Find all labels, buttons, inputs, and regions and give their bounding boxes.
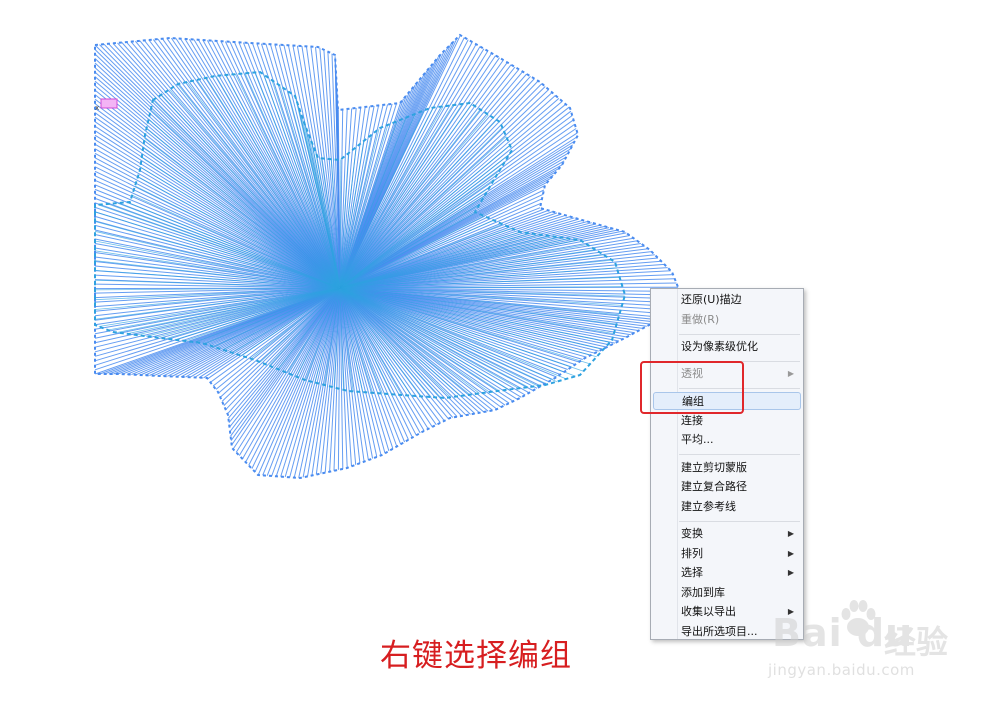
baidu-paw-icon: [841, 600, 876, 636]
menu-item-label: 设为像素级优化: [681, 339, 758, 353]
menu-item[interactable]: 建立参考线: [653, 498, 801, 516]
submenu-arrow-icon: ▶: [787, 568, 794, 578]
menu-item-label: 建立参考线: [681, 499, 736, 513]
menu-item[interactable]: 连接: [653, 412, 801, 430]
menu-item[interactable]: 重做(R): [653, 311, 801, 329]
menu-item-label: 重做(R): [681, 312, 720, 326]
menu-item-label: 连接: [681, 413, 703, 427]
menu-item-label: 变换: [681, 527, 703, 540]
submenu-arrow-icon: ▶: [787, 369, 794, 378]
menu-item-label: 还原(U)描边: [681, 293, 742, 306]
menu-item-label: 排列: [681, 546, 703, 560]
svg-text:x: x: [95, 104, 99, 112]
menu-item[interactable]: 变换 ▶: [653, 525, 801, 543]
submenu-arrow-icon: ▶: [787, 548, 794, 558]
context-menu: 还原(U)描边 重做(R) 设为像素级优化 透视 ▶ 编组 连接 平均... 建立剪切蒙版 建立复…: [650, 288, 804, 640]
menu-separator: [679, 520, 800, 522]
menu-item[interactable]: 选择 ▶: [653, 564, 801, 582]
menu-item[interactable]: 平均...: [653, 431, 801, 449]
menu-item[interactable]: 排列 ▶: [653, 545, 801, 563]
menu-separator: [679, 454, 800, 456]
menu-item-label: 选择: [681, 566, 703, 580]
menu-item-label: 建立剪切蒙版: [681, 460, 747, 474]
selection-marker-icon: x: [95, 98, 118, 112]
menu-item-label: 添加到库: [681, 585, 725, 599]
submenu-arrow-icon: ▶: [787, 529, 794, 538]
red-highlight-box: [640, 361, 744, 414]
menu-item[interactable]: 设为像素级优化: [653, 338, 801, 356]
watermark-jingyan: 经验: [884, 623, 949, 661]
watermark-url: jingyan.baidu.com: [768, 661, 915, 679]
menu-separator: [679, 333, 800, 335]
menu-item[interactable]: 建立剪切蒙版: [653, 459, 801, 477]
caption-text: 右键选择编组: [380, 638, 572, 674]
menu-item[interactable]: 建立复合路径: [653, 478, 801, 496]
menu-item-label: 建立复合路径: [681, 480, 747, 494]
menu-item-label: 导出所选项目...: [681, 625, 758, 638]
baidu-jingyan-watermark: Bai du 经验 jingyan.baidu.com: [764, 597, 954, 687]
menu-item-label: 平均...: [681, 433, 714, 447]
menu-item-label: 收集以导出: [681, 605, 736, 619]
menu-item[interactable]: 还原(U)描边: [653, 291, 801, 309]
